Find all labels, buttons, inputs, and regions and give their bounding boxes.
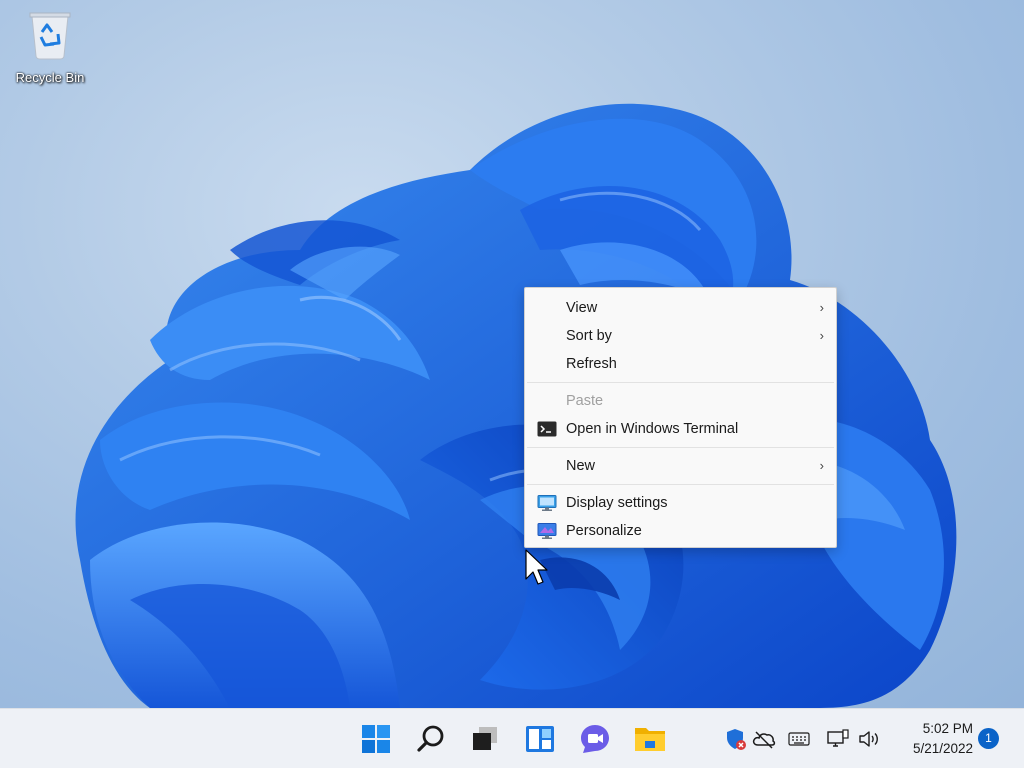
- menu-item-refresh[interactable]: Refresh: [525, 350, 836, 378]
- menu-item-label: View: [566, 300, 598, 316]
- chevron-right-icon: ›: [819, 458, 824, 473]
- menu-item-label: New: [566, 458, 596, 474]
- windows-start-icon: [362, 725, 390, 753]
- file-explorer-icon: [635, 728, 665, 751]
- chevron-right-icon: ›: [819, 300, 824, 315]
- desktop[interactable]: Recycle Bin View › Sort by › Refresh Pas…: [0, 0, 1024, 708]
- widgets-icon: [526, 726, 554, 752]
- menu-item-label: Personalize: [566, 523, 642, 539]
- onedrive-offline-icon: [752, 731, 776, 749]
- notification-count-badge[interactable]: 1: [978, 728, 999, 749]
- menu-item-label: Paste: [566, 393, 604, 409]
- menu-item-label: Refresh: [566, 356, 617, 372]
- desktop-icon-label: Recycle Bin: [15, 70, 85, 85]
- tray-touch-keyboard[interactable]: [787, 727, 811, 751]
- menu-separator: [527, 484, 834, 485]
- windows-security-icon: [727, 729, 746, 750]
- widgets-button[interactable]: [522, 721, 558, 757]
- menu-separator: [527, 447, 834, 448]
- taskbar-clock[interactable]: 5:02 PM 5/21/2022: [893, 719, 973, 759]
- task-view-icon: [473, 727, 497, 750]
- display-settings-icon: [537, 494, 557, 512]
- menu-item-label: Open in Windows Terminal: [566, 421, 739, 437]
- menu-item-display-settings[interactable]: Display settings: [525, 489, 836, 517]
- chevron-right-icon: ›: [819, 328, 824, 343]
- mouse-cursor-icon: [525, 549, 548, 585]
- desktop-icon-recycle-bin[interactable]: Recycle Bin: [8, 8, 92, 85]
- desktop-context-menu: View › Sort by › Refresh Paste Open in W…: [524, 287, 837, 548]
- tray-volume[interactable]: [857, 727, 881, 751]
- search-icon: [417, 725, 444, 752]
- taskbar: 5:02 PM 5/21/2022 1: [0, 708, 1024, 768]
- menu-item-open-in-windows-terminal[interactable]: Open in Windows Terminal: [525, 415, 836, 443]
- tray-network[interactable]: [826, 727, 850, 751]
- chat-button[interactable]: [577, 721, 613, 757]
- menu-item-view[interactable]: View ›: [525, 294, 836, 322]
- personalize-icon: [537, 522, 557, 540]
- menu-item-label: Sort by: [566, 328, 612, 344]
- tray-onedrive[interactable]: [752, 727, 776, 751]
- clock-time: 5:02 PM: [922, 721, 973, 736]
- touch-keyboard-icon: [788, 732, 810, 746]
- network-icon: [827, 729, 849, 747]
- search-button[interactable]: [413, 721, 449, 757]
- chat-icon: [581, 725, 609, 753]
- menu-item-personalize[interactable]: Personalize: [525, 517, 836, 545]
- terminal-icon: [537, 420, 557, 438]
- menu-item-label: Display settings: [566, 495, 668, 511]
- task-view-button[interactable]: [467, 721, 503, 757]
- file-explorer-button[interactable]: [632, 721, 668, 757]
- recycle-bin-icon: [26, 8, 74, 60]
- wallpaper-bloom: [75, 103, 957, 708]
- volume-icon: [859, 731, 878, 747]
- menu-separator: [527, 382, 834, 383]
- menu-item-new[interactable]: New ›: [525, 452, 836, 480]
- menu-item-sort-by[interactable]: Sort by ›: [525, 322, 836, 350]
- start-button[interactable]: [358, 721, 394, 757]
- clock-date: 5/21/2022: [912, 741, 973, 756]
- tray-windows-security[interactable]: [724, 727, 748, 751]
- menu-item-paste: Paste: [525, 387, 836, 415]
